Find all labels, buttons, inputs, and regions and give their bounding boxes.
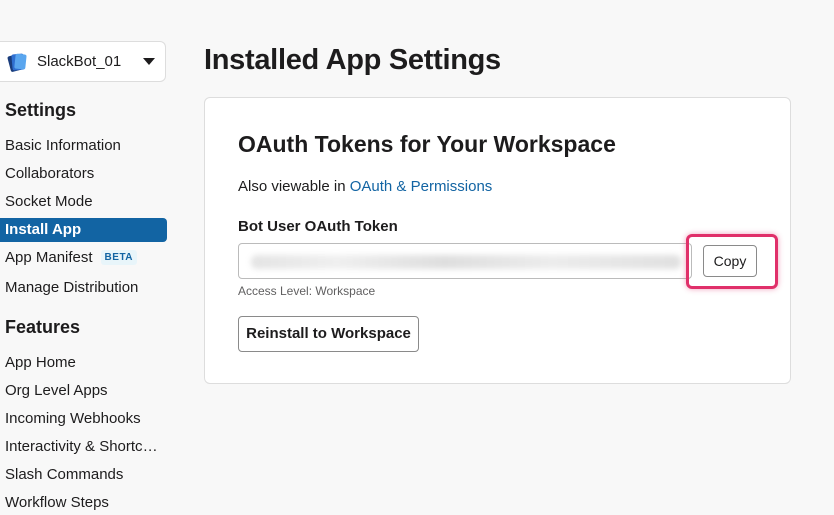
sidebar-item-socket-mode[interactable]: Socket Mode bbox=[0, 190, 167, 214]
sidebar-item-app-home[interactable]: App Home bbox=[0, 351, 167, 375]
bot-token-field[interactable] bbox=[238, 243, 692, 279]
sidebar-item-interactivity-shortcuts[interactable]: Interactivity & Shortcuts bbox=[0, 435, 160, 459]
redacted-token-blur bbox=[251, 255, 681, 269]
stacked-cards-icon bbox=[7, 53, 27, 72]
access-level-text: Access Level: Workspace bbox=[238, 284, 376, 298]
also-viewable-text: Also viewable in OAuth & Permissions bbox=[238, 178, 492, 195]
sidebar-item-install-app[interactable]: Install App bbox=[0, 218, 167, 242]
token-label: Bot User OAuth Token bbox=[238, 218, 398, 235]
features-heading: Features bbox=[5, 317, 81, 337]
reinstall-button[interactable]: Reinstall to Workspace bbox=[238, 316, 419, 352]
sidebar-item-basic-information[interactable]: Basic Information bbox=[0, 134, 167, 158]
app-switcher[interactable]: SlackBot_01 bbox=[0, 41, 166, 82]
card-title: OAuth Tokens for Your Workspace bbox=[238, 131, 616, 157]
settings-heading: Settings bbox=[5, 100, 77, 120]
sidebar-item-org-level-apps[interactable]: Org Level Apps bbox=[0, 379, 167, 403]
sidebar-item-app-manifest[interactable]: App Manifest BETA bbox=[0, 246, 167, 270]
page-title: Installed App Settings bbox=[204, 44, 501, 76]
sidebar-item-workflow-steps[interactable]: Workflow Steps bbox=[0, 491, 167, 515]
sidebar-item-incoming-webhooks[interactable]: Incoming Webhooks bbox=[0, 407, 167, 431]
app-name: SlackBot_01 bbox=[37, 53, 122, 70]
sidebar-item-collaborators[interactable]: Collaborators bbox=[0, 162, 167, 186]
chevron-down-icon bbox=[143, 58, 155, 65]
sidebar-item-manage-distribution[interactable]: Manage Distribution bbox=[0, 276, 167, 300]
sidebar-item-label: App Manifest bbox=[5, 249, 93, 266]
copy-highlight-box bbox=[686, 234, 778, 289]
also-viewable-prefix: Also viewable in bbox=[238, 178, 346, 195]
beta-badge: BETA bbox=[100, 250, 138, 265]
oauth-tokens-card: OAuth Tokens for Your Workspace Also vie… bbox=[204, 97, 791, 384]
sidebar-item-slash-commands[interactable]: Slash Commands bbox=[0, 463, 167, 487]
sidebar: SlackBot_01 Settings Basic Information C… bbox=[0, 0, 170, 511]
oauth-permissions-link[interactable]: OAuth & Permissions bbox=[350, 178, 493, 195]
